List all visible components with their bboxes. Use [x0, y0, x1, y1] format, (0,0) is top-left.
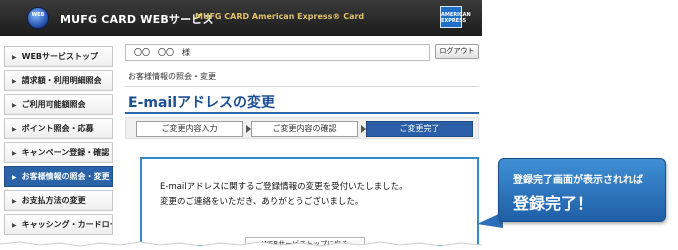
completion-message-line1: E-mailアドレスに関するご登録情報の変更を受付いたしました。: [160, 182, 408, 192]
sidebar-item-cashing[interactable]: ▶ キャッシング・カードローン: [4, 214, 113, 235]
logout-button[interactable]: ログアウト: [435, 44, 479, 59]
sidebar-item-billing[interactable]: ▶ 請求額・利用明細照会: [4, 70, 113, 91]
sidebar-item-label: キャンペーン登録・確認: [21, 148, 110, 157]
brand-subtitle: MUFG CARD American Express® Card: [195, 12, 365, 21]
sidebar-item-label: キャッシング・カードローン: [21, 220, 112, 229]
divider: [125, 86, 479, 87]
screenshot-panel: WEB MUFG CARD WEBサービス MUFG CARD American…: [0, 0, 482, 250]
top-header-bar: WEB MUFG CARD WEBサービス MUFG CARD American…: [0, 0, 482, 36]
completion-message-line2: 変更のご連絡をいただき、ありがとうございました。: [160, 197, 364, 207]
arrow-right-icon: ▶: [12, 126, 17, 133]
title-underline: [125, 112, 479, 114]
torn-edge: [0, 241, 482, 250]
arrow-right-icon: ▶: [12, 174, 17, 181]
progress-steps: ご変更内容入力 ご変更内容の確認 ご変更完了: [125, 117, 479, 139]
sidebar-item-payment-method[interactable]: ▶ お支払方法の変更: [4, 190, 113, 211]
amex-logo-icon: AMERICAN EXPRESS: [440, 6, 471, 28]
sidebar-item-label: 請求額・利用明細照会: [21, 76, 102, 85]
arrow-right-icon: ▶: [12, 222, 17, 229]
sidebar-item-customer-info[interactable]: ▶ お客様情報の照会・変更: [4, 166, 113, 187]
sidebar-item-available-amount[interactable]: ▶ ご利用可能額照会: [4, 94, 113, 115]
arrow-right-icon: ▶: [12, 54, 17, 61]
completion-message-box: E-mailアドレスに関するご登録情報の変更を受付いたしました。 変更のご連絡を…: [140, 157, 479, 247]
main-content: 〇〇 〇〇 様 ログアウト お客様情報の照会・変更 E-mailアドレスの変更 …: [122, 40, 482, 250]
mufg-logo-icon: WEB: [27, 7, 49, 29]
sidebar-item-label: お支払方法の変更: [21, 196, 86, 205]
user-name-box: 〇〇 〇〇 様: [125, 44, 430, 61]
callout-headline: 登録完了！: [513, 194, 594, 213]
sidebar-item-label: ご利用可能額照会: [21, 100, 86, 109]
brand-title: MUFG CARD WEBサービス: [60, 13, 214, 26]
sidebar-item-label: お客様情報の照会・変更: [21, 172, 110, 181]
step-confirm: ご変更内容の確認: [251, 121, 358, 137]
arrow-right-icon: ▶: [12, 78, 17, 85]
arrow-right-icon: ▶: [12, 198, 17, 205]
sidebar-item-label: WEBサービストップ: [21, 52, 99, 61]
step-complete: ご変更完了: [366, 121, 473, 137]
sidebar-item-points[interactable]: ▶ ポイント照会・応募: [4, 118, 113, 139]
callout-caption: 登録完了画面が表示されれば: [513, 175, 643, 186]
step-input: ご変更内容入力: [136, 121, 243, 137]
sidebar-item-campaign[interactable]: ▶ キャンペーン登録・確認: [4, 142, 113, 163]
breadcrumb: お客様情報の照会・変更: [128, 72, 216, 81]
page-title: E-mailアドレスの変更: [128, 95, 276, 111]
arrow-right-icon: ▶: [12, 102, 17, 109]
sidebar-item-web-top[interactable]: ▶ WEBサービストップ: [4, 46, 113, 67]
sidebar-nav: ▶ WEBサービストップ ▶ 請求額・利用明細照会 ▶ ご利用可能額照会 ▶ ポイント照…: [0, 40, 116, 250]
sidebar-item-label: ポイント照会・応募: [21, 124, 94, 133]
arrow-right-icon: ▶: [12, 150, 17, 157]
